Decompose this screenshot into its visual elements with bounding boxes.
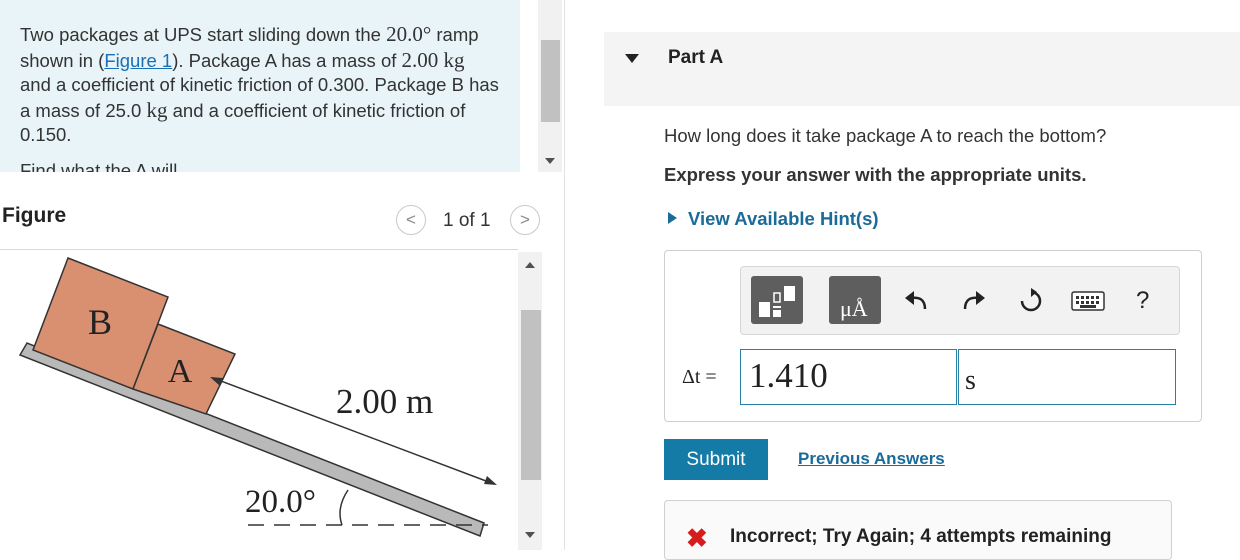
view-hints-link[interactable]: View Available Hint(s) bbox=[688, 208, 879, 230]
ramp-angle-value: 20.0° bbox=[386, 22, 432, 46]
figure-link[interactable]: Figure 1 bbox=[104, 50, 172, 71]
submit-button[interactable]: Submit bbox=[664, 439, 768, 480]
figure-pager-text: 1 of 1 bbox=[443, 210, 491, 231]
chevron-left-icon: < bbox=[406, 210, 416, 229]
angle-label: 20.0° bbox=[245, 484, 316, 520]
collapse-triangle-icon[interactable] bbox=[625, 54, 639, 63]
undo-icon[interactable] bbox=[903, 289, 929, 313]
units-icon: μÅ bbox=[840, 296, 868, 321]
value-input-text: 1.410 bbox=[749, 356, 828, 395]
previous-figure-button[interactable]: < bbox=[396, 205, 426, 235]
problem-text: Two packages at UPS start sliding down t… bbox=[20, 22, 500, 148]
part-a-header[interactable] bbox=[604, 32, 1240, 106]
clipped-text-line: Find what the A will... bbox=[20, 160, 193, 172]
mass-unit: kg bbox=[146, 97, 168, 122]
templates-icon bbox=[759, 286, 795, 317]
chevron-right-icon: > bbox=[520, 210, 530, 229]
next-figure-button[interactable]: > bbox=[510, 205, 540, 235]
angle-arc bbox=[339, 489, 349, 526]
templates-button[interactable] bbox=[751, 276, 803, 324]
incorrect-x-icon: ✖ bbox=[686, 523, 708, 553]
question-text: How long does it take package A to reach… bbox=[664, 125, 1107, 146]
ramp-figure: B A 2.00 m 20.0° bbox=[18, 257, 497, 537]
answer-symbol-label: Δt = bbox=[682, 366, 717, 388]
instructions-text: Express your answer with the appropriate… bbox=[664, 164, 1087, 185]
arrowhead-end bbox=[484, 476, 497, 485]
distance-label: 2.00 m bbox=[336, 382, 433, 421]
previous-answers-link[interactable]: Previous Answers bbox=[798, 449, 945, 469]
redo-icon[interactable] bbox=[961, 289, 987, 313]
package-a-label: A bbox=[168, 353, 193, 390]
keyboard-icon[interactable] bbox=[1071, 291, 1105, 311]
help-icon[interactable]: ? bbox=[1136, 287, 1149, 315]
math-toolbar: μÅ ? bbox=[740, 266, 1180, 335]
scroll-down-icon[interactable] bbox=[545, 158, 555, 164]
problem-statement-panel: Two packages at UPS start sliding down t… bbox=[0, 0, 520, 172]
part-title: Part A bbox=[668, 47, 724, 68]
units-button[interactable]: μÅ bbox=[829, 276, 881, 324]
scroll-up-icon[interactable] bbox=[525, 262, 535, 268]
feedback-text: Incorrect; Try Again; 4 attempts remaini… bbox=[730, 526, 1112, 547]
package-b-label: B bbox=[88, 302, 112, 342]
problem-text-part: ). Package A has a mass of bbox=[172, 49, 402, 71]
mass-a-value: 2.00 kg bbox=[401, 47, 465, 72]
figure-scrollbar-thumb[interactable] bbox=[521, 310, 541, 480]
units-input[interactable]: s bbox=[958, 349, 1176, 405]
units-input-text: s bbox=[965, 365, 976, 396]
problem-text-part: Two packages at UPS start sliding down t… bbox=[20, 24, 387, 45]
value-input[interactable]: 1.410 bbox=[740, 349, 957, 405]
reset-icon[interactable] bbox=[1017, 287, 1045, 315]
expand-triangle-icon[interactable] bbox=[668, 212, 677, 224]
scroll-down-icon[interactable] bbox=[525, 532, 535, 538]
problem-scrollbar-thumb[interactable] bbox=[541, 40, 560, 122]
figure-title: Figure bbox=[2, 204, 67, 227]
pane-divider bbox=[564, 0, 565, 550]
